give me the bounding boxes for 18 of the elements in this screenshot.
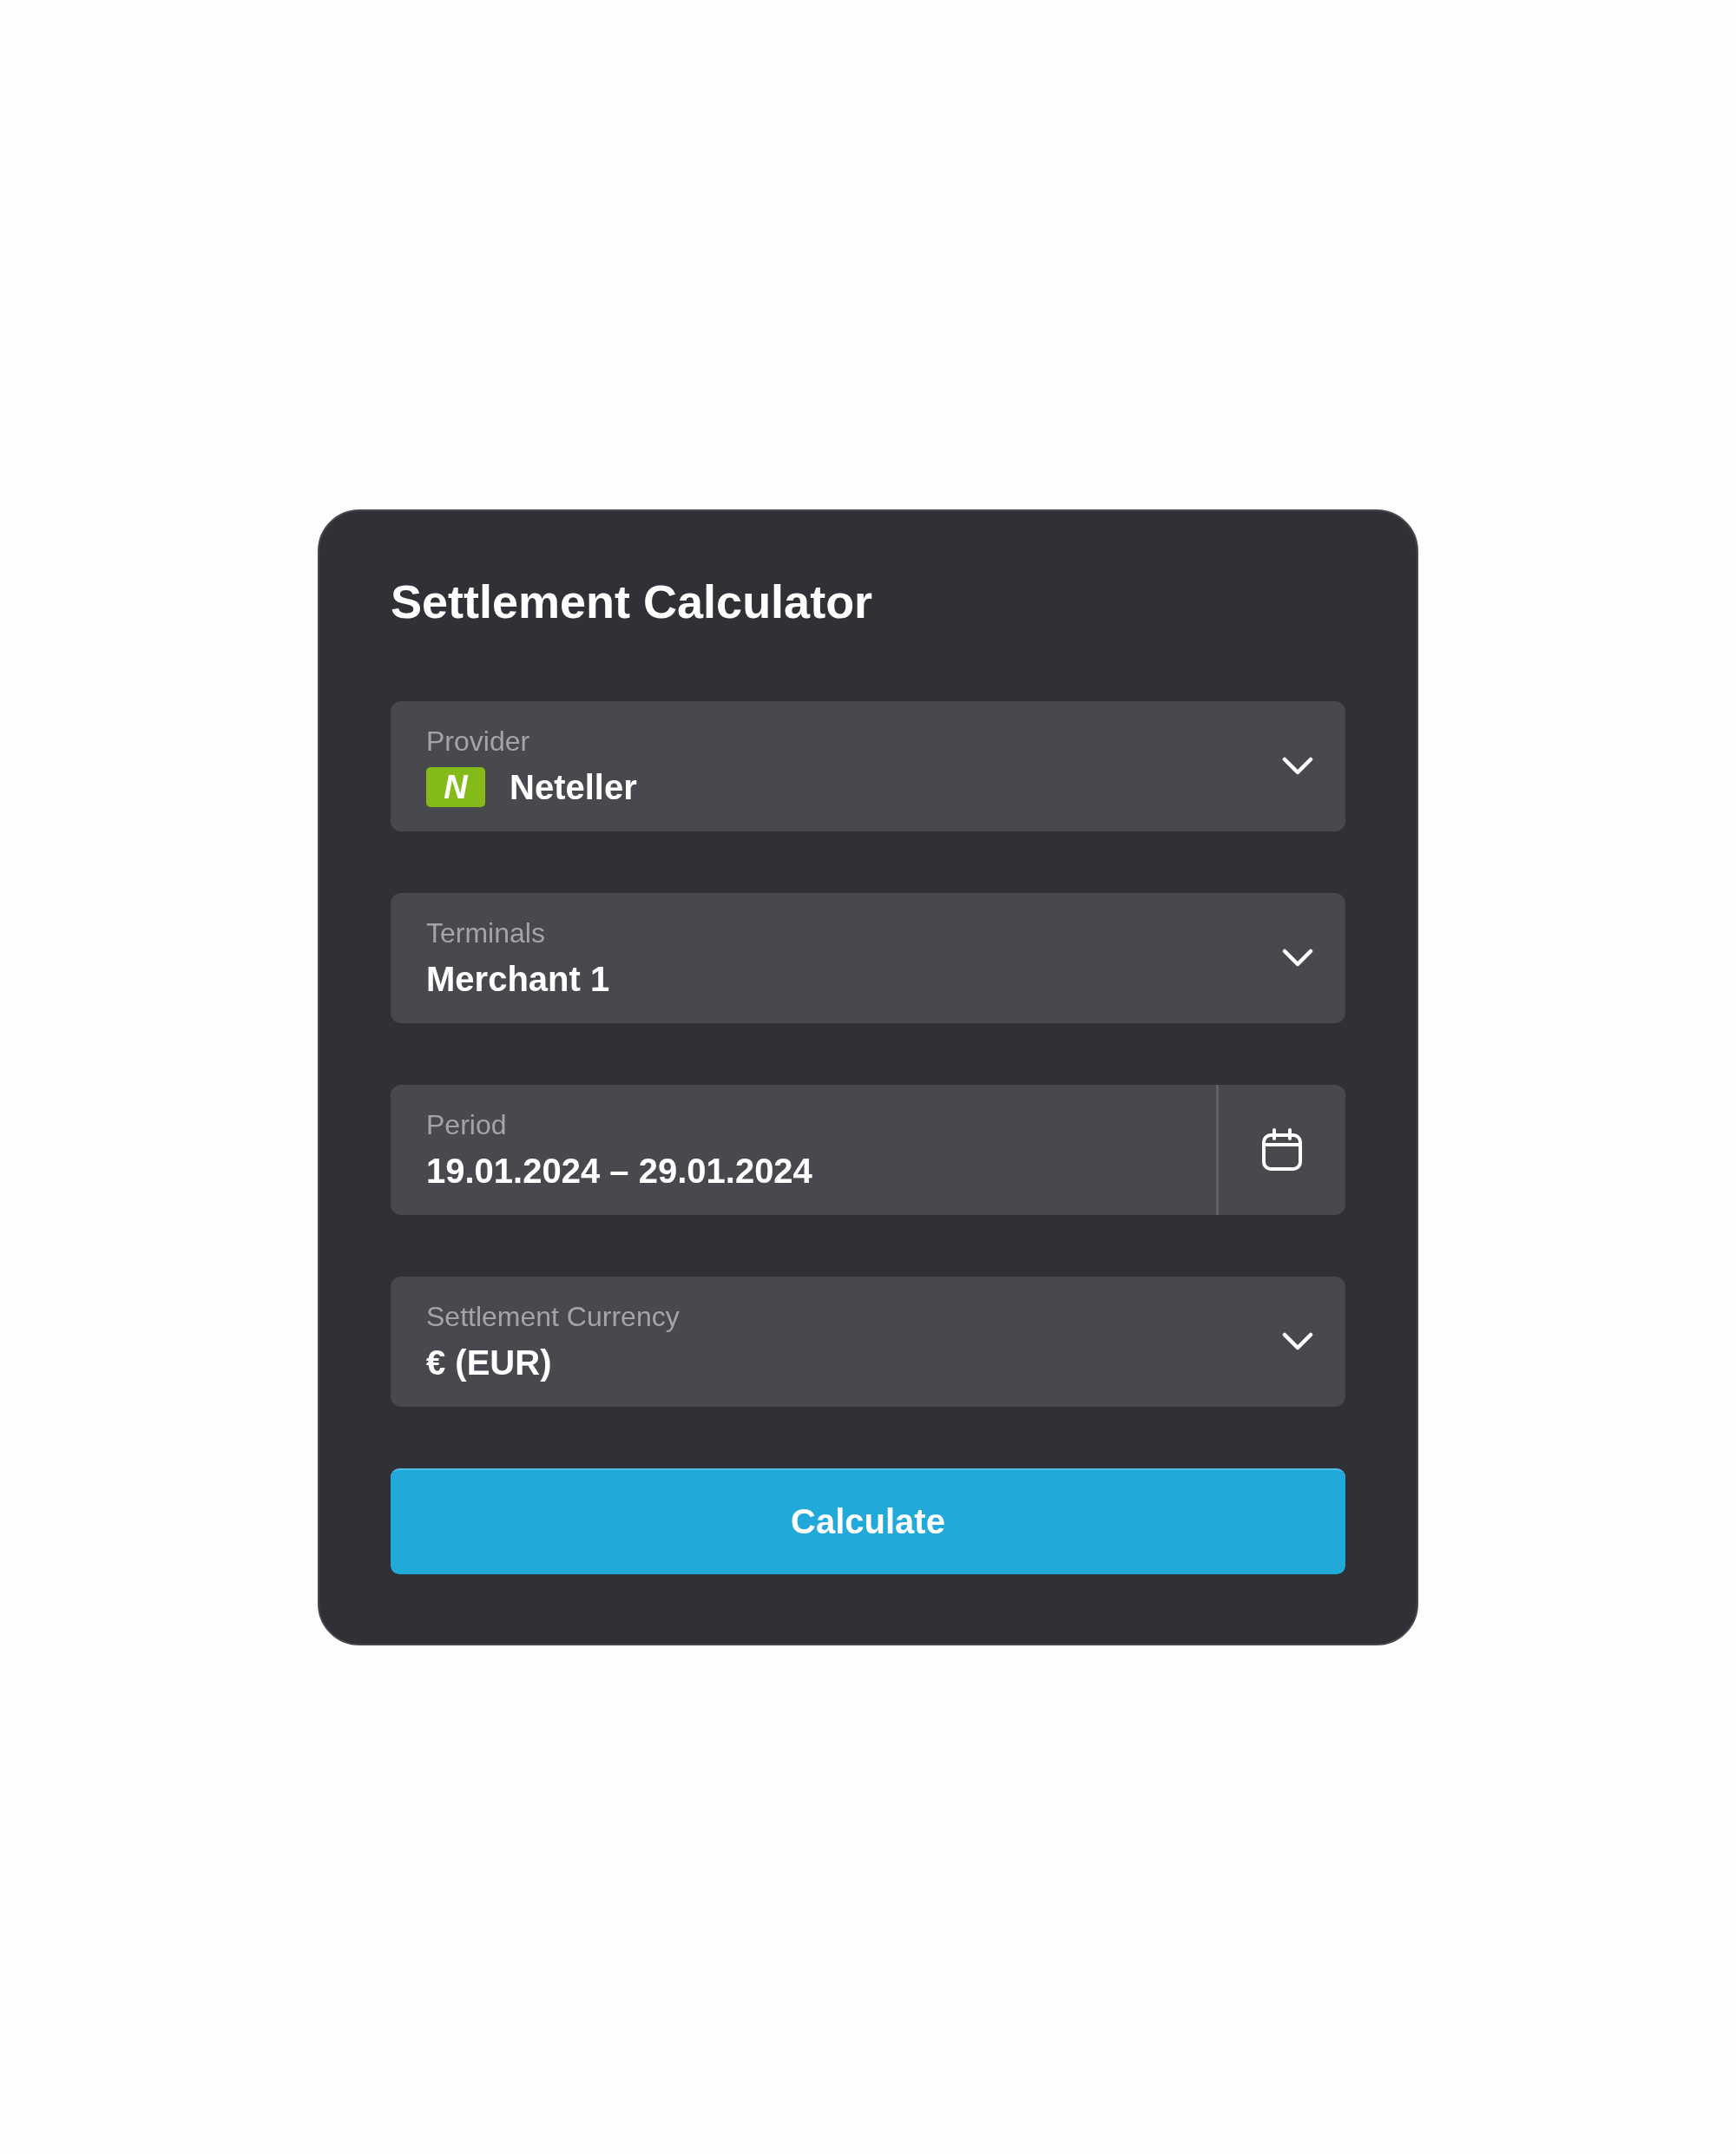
field-value: € (EUR) [426, 1342, 552, 1383]
field-value: Merchant 1 [426, 958, 610, 1000]
chevron-down-icon [1282, 1331, 1313, 1351]
date-range-field[interactable]: Period 19.01.2024 – 29.01.2024 [391, 1084, 1345, 1215]
field-value: Neteller [510, 766, 637, 808]
field-label: Period [426, 1107, 507, 1142]
select-field[interactable]: Settlement Currency € (EUR) [391, 1276, 1345, 1407]
select-field[interactable]: Terminals Merchant 1 [391, 892, 1345, 1023]
select-field[interactable]: Provider N Neteller [391, 700, 1345, 831]
calendar-icon [1261, 1127, 1303, 1172]
field-label: Provider [426, 724, 530, 758]
provider-logo: N [426, 766, 485, 807]
chevron-down-icon [1282, 948, 1313, 968]
chevron-down-icon [1282, 756, 1313, 776]
field-label: Settlement Currency [426, 1299, 680, 1334]
field-label: Terminals [426, 916, 545, 950]
field-value: 19.01.2024 – 29.01.2024 [426, 1150, 812, 1192]
card-title: Settlement Calculator [391, 574, 873, 629]
